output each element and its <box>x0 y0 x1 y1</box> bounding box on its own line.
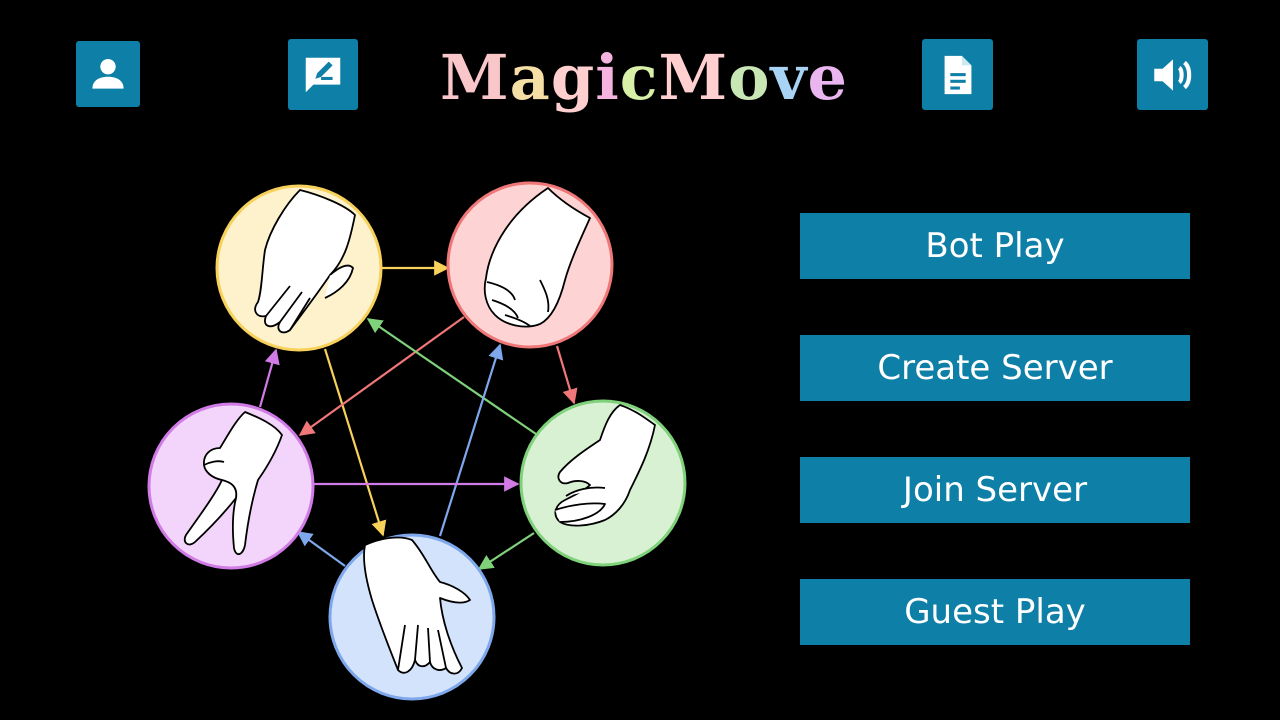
rules-button[interactable] <box>922 39 993 110</box>
create-server-label: Create Server <box>877 348 1113 388</box>
move-paper <box>215 184 383 352</box>
arrow-open-hand-scissors <box>296 531 346 567</box>
bot-play-button[interactable]: Bot Play <box>800 213 1190 279</box>
arrow-pinch-open-hand <box>477 532 535 570</box>
moves-diagram <box>147 181 687 701</box>
create-server-button[interactable]: Create Server <box>800 335 1190 401</box>
document-icon <box>944 55 971 94</box>
sound-button[interactable] <box>1137 39 1208 110</box>
title-letter: v <box>770 41 808 114</box>
move-scissors <box>147 402 315 570</box>
bot-play-label: Bot Play <box>925 226 1065 266</box>
move-open-hand <box>328 533 496 701</box>
move-pinch <box>519 399 687 567</box>
guest-play-button[interactable]: Guest Play <box>800 579 1190 645</box>
join-server-label: Join Server <box>902 470 1088 510</box>
join-server-button[interactable]: Join Server <box>800 457 1190 523</box>
arrow-rock-pinch <box>555 345 578 405</box>
sound-icon <box>1153 58 1191 91</box>
arrow-paper-open-hand <box>323 348 387 537</box>
title-letter: e <box>807 41 848 114</box>
guest-play-label: Guest Play <box>904 592 1086 632</box>
move-rock <box>446 181 614 349</box>
arrow-scissors-paper <box>258 348 280 408</box>
